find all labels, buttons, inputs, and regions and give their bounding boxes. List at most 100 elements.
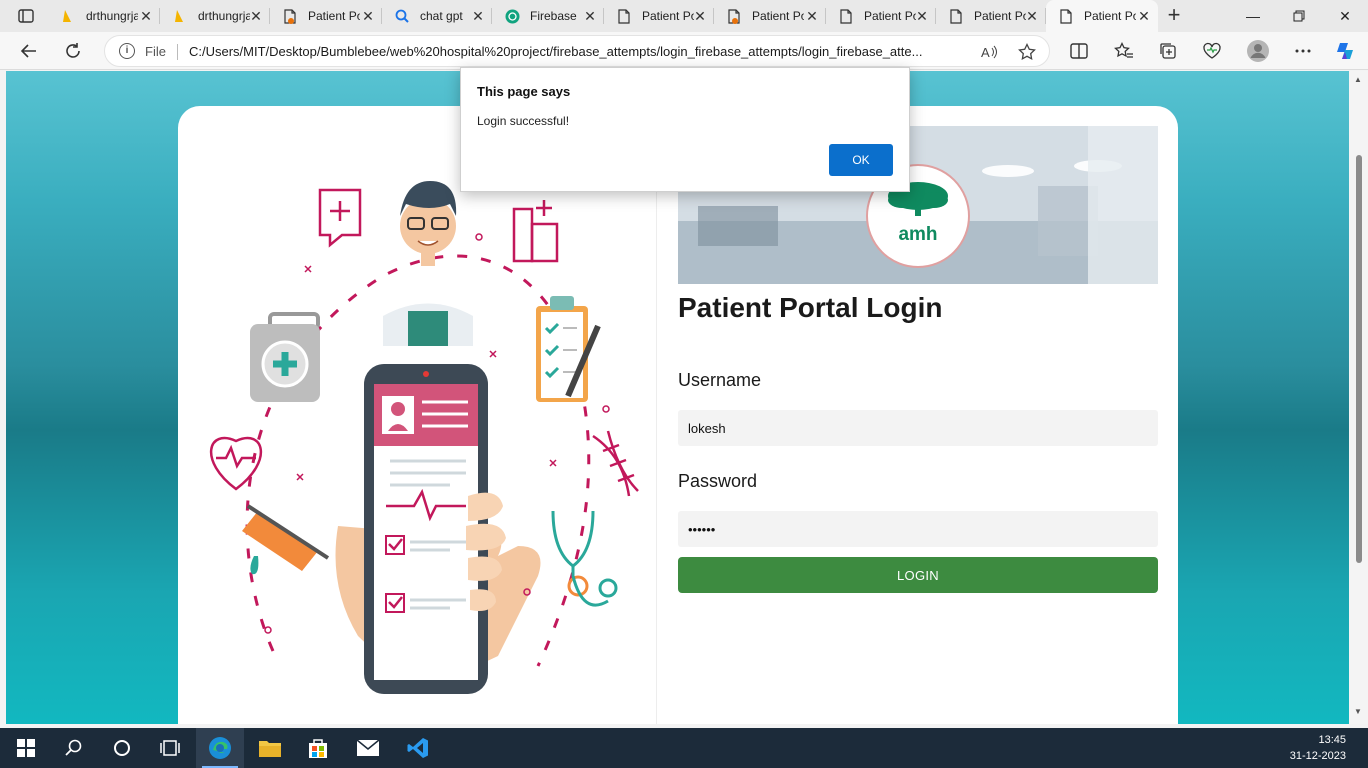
close-tab-icon[interactable]: ✕ xyxy=(138,8,154,24)
close-tab-icon[interactable]: ✕ xyxy=(914,8,930,24)
tab-4[interactable]: chat gpt ✕ xyxy=(382,0,492,32)
first-aid-kit-icon xyxy=(250,312,320,402)
close-tab-icon[interactable]: ✕ xyxy=(804,8,820,24)
copilot-icon[interactable] xyxy=(1330,36,1360,66)
dialog-message: Login successful! xyxy=(477,114,570,128)
ok-button[interactable]: OK xyxy=(829,144,893,176)
store-icon xyxy=(309,739,327,758)
browser-toolbar: i File C:/Users/MIT/Desktop/Bumblebee/we… xyxy=(0,32,1368,70)
password-input[interactable] xyxy=(678,511,1158,547)
password-label: Password xyxy=(678,471,758,491)
taskbar-vscode[interactable] xyxy=(394,728,442,768)
stethoscope-icon xyxy=(551,510,618,607)
page-scrollbar[interactable]: ▲ ▼ xyxy=(1349,71,1368,724)
close-tab-icon[interactable]: ✕ xyxy=(470,8,486,24)
minimize-button[interactable]: — xyxy=(1230,0,1276,32)
dna-icon xyxy=(592,430,639,497)
login-button[interactable]: LOGIN xyxy=(678,557,1158,593)
search-icon xyxy=(65,739,82,756)
taskbar-file-explorer[interactable] xyxy=(246,728,294,768)
close-tab-icon[interactable]: ✕ xyxy=(582,8,598,24)
logo-text: amh xyxy=(898,224,938,245)
taskbar-edge[interactable] xyxy=(196,728,244,768)
tab-7[interactable]: Patient Portal✕ xyxy=(714,0,826,32)
browser-essentials-icon[interactable] xyxy=(1197,36,1227,66)
address-divider xyxy=(177,44,178,60)
close-window-button[interactable]: ✕ xyxy=(1322,0,1368,32)
tab-8[interactable]: Patient Portal✕ xyxy=(826,0,936,32)
search-icon xyxy=(394,8,410,24)
start-button[interactable] xyxy=(2,728,50,768)
scheme-label: File xyxy=(145,44,166,59)
refresh-icon xyxy=(66,43,80,58)
doctor-icon xyxy=(383,181,473,346)
tab-10[interactable]: Patient Portal✕ xyxy=(1046,0,1158,32)
tab-title: Patient Portal xyxy=(864,9,916,23)
clock-date: 31-12-2023 xyxy=(1289,750,1346,762)
tab-strip: drthungrjay✕drthungrjay✕Patient Portal✕c… xyxy=(0,0,1368,32)
test-tube-icon xyxy=(242,504,330,575)
clipboard-icon xyxy=(536,296,601,402)
scroll-down-icon[interactable]: ▼ xyxy=(1354,707,1362,716)
refresh-button[interactable] xyxy=(58,36,88,66)
vscode-icon xyxy=(407,738,428,758)
unread-dot xyxy=(732,18,738,24)
tab-actions-icon xyxy=(18,9,34,23)
tab-title: Patient Portal xyxy=(974,9,1026,23)
chat-cross-icon xyxy=(318,188,362,248)
settings-more-icon[interactable] xyxy=(1288,36,1318,66)
tab-title: Patient Portal xyxy=(1084,9,1136,23)
cortana-button[interactable] xyxy=(98,728,146,768)
taskbar-store[interactable] xyxy=(294,728,342,768)
tab-9[interactable]: Patient Portal✕ xyxy=(936,0,1046,32)
login-card: amh Patient Portal Login Username Passwo… xyxy=(178,106,1178,724)
split-screen-icon[interactable] xyxy=(1064,36,1094,66)
svg-text:A: A xyxy=(981,45,990,60)
card-divider xyxy=(656,126,657,724)
close-tab-icon[interactable]: ✕ xyxy=(248,8,264,24)
scrollbar-thumb[interactable] xyxy=(1356,155,1362,563)
restore-icon xyxy=(1293,10,1305,22)
close-tab-icon[interactable]: ✕ xyxy=(1024,8,1040,24)
tab-1[interactable]: drthungrjay✕ xyxy=(48,0,160,32)
tab-title: drthungrjay xyxy=(198,9,250,23)
scroll-up-icon[interactable]: ▲ xyxy=(1354,75,1362,84)
page-icon xyxy=(616,8,632,24)
tab-actions-button[interactable] xyxy=(8,4,44,28)
page-icon xyxy=(1058,8,1074,24)
openai-icon xyxy=(504,8,520,24)
favorites-icon[interactable] xyxy=(1109,36,1139,66)
medical-illustration xyxy=(209,181,639,694)
profile-avatar[interactable] xyxy=(1243,36,1273,66)
close-tab-icon[interactable]: ✕ xyxy=(692,8,708,24)
task-view-button[interactable] xyxy=(146,728,194,768)
drive-icon xyxy=(60,8,76,24)
restore-button[interactable] xyxy=(1276,0,1322,32)
page-icon xyxy=(948,8,964,24)
taskbar-search-button[interactable] xyxy=(50,728,98,768)
address-bar[interactable]: i File C:/Users/MIT/Desktop/Bumblebee/we… xyxy=(104,35,1050,67)
read-aloud-icon[interactable]: A xyxy=(979,42,999,62)
close-tab-icon[interactable]: ✕ xyxy=(360,8,376,24)
url-text[interactable]: C:/Users/MIT/Desktop/Bumblebee/web%20hos… xyxy=(189,44,967,59)
dialog-title: This page says xyxy=(477,84,571,99)
close-tab-icon[interactable]: ✕ xyxy=(1136,8,1152,24)
tab-title: drthungrjay xyxy=(86,9,138,23)
taskbar-mail[interactable] xyxy=(344,728,392,768)
hospital-building-icon xyxy=(512,200,559,263)
tab-title: Patient Portal xyxy=(752,9,804,23)
tab-6[interactable]: Patient Portal✕ xyxy=(604,0,714,32)
tab-3[interactable]: Patient Portal✕ xyxy=(270,0,382,32)
info-icon[interactable]: i xyxy=(119,43,135,59)
edge-icon xyxy=(209,737,231,759)
tab-title: Patient Portal xyxy=(642,9,694,23)
alert-dialog: This page says Login successful! OK xyxy=(460,67,910,192)
username-input[interactable] xyxy=(678,410,1158,446)
tab-2[interactable]: drthungrjay✕ xyxy=(160,0,270,32)
new-tab-button[interactable]: + xyxy=(1160,4,1188,28)
tab-5[interactable]: Firebase ✕ xyxy=(492,0,604,32)
collections-icon[interactable] xyxy=(1153,36,1183,66)
back-button[interactable] xyxy=(14,36,44,66)
system-clock[interactable]: 13:45 31-12-2023 xyxy=(1290,732,1346,764)
favorite-star-icon[interactable] xyxy=(1017,42,1037,62)
